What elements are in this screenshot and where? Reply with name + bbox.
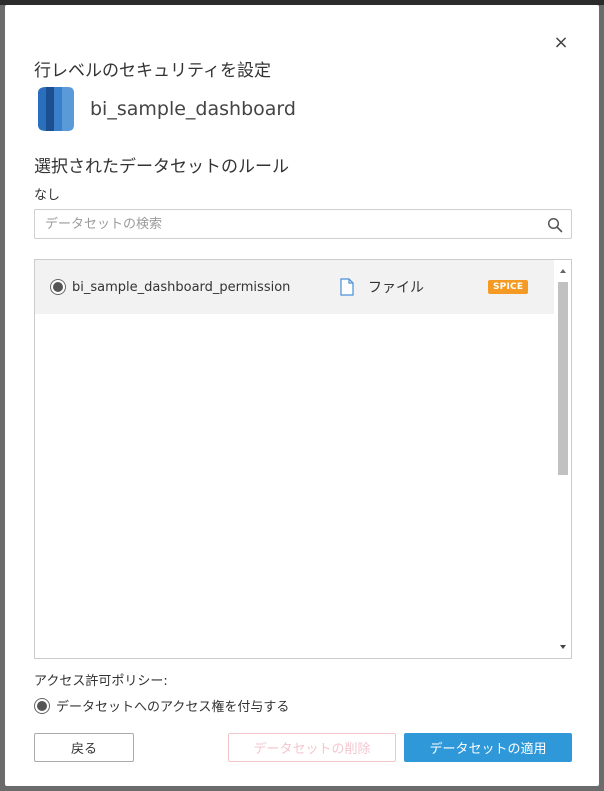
apply-dataset-button[interactable]: データセットの適用 xyxy=(404,733,572,762)
radio-dot xyxy=(37,700,47,711)
scroll-up-arrow-icon[interactable] xyxy=(555,264,571,278)
access-policy-label: アクセス許可ポリシー: xyxy=(34,674,168,689)
dataset-header: bi_sample_dashboard xyxy=(34,85,296,133)
dataset-source-type: ファイル xyxy=(368,280,424,296)
file-icon xyxy=(340,278,354,296)
spice-badge: SPICE xyxy=(488,280,529,294)
dataset-cylinder-icon xyxy=(38,87,74,131)
back-button[interactable]: 戻る xyxy=(34,733,134,762)
dialog-title: 行レベルのセキュリティを設定 xyxy=(34,61,271,81)
access-policy-radio[interactable] xyxy=(34,697,50,714)
dataset-row-name: bi_sample_dashboard_permission xyxy=(72,279,291,295)
dataset-list: bi_sample_dashboard_permission ファイル SPIC… xyxy=(34,259,572,659)
rules-value: なし xyxy=(34,188,61,203)
dataset-radio-selected[interactable] xyxy=(50,279,66,295)
dataset-row[interactable]: bi_sample_dashboard_permission ファイル SPIC… xyxy=(35,260,554,314)
scrollbar-thumb[interactable] xyxy=(558,282,568,475)
dataset-search-box xyxy=(34,209,572,239)
list-scrollbar[interactable] xyxy=(555,260,571,658)
rules-section-title: 選択されたデータセットのルール xyxy=(34,157,289,177)
access-policy-option-label: データセットへのアクセス権を付与する xyxy=(56,700,290,715)
radio-dot xyxy=(53,282,63,292)
dataset-name: bi_sample_dashboard xyxy=(90,98,296,120)
dataset-search-input[interactable] xyxy=(35,210,535,238)
close-icon[interactable]: × xyxy=(553,34,569,52)
search-icon[interactable] xyxy=(547,217,563,233)
delete-dataset-button[interactable]: データセットの削除 xyxy=(228,733,396,762)
scroll-down-arrow-icon[interactable] xyxy=(555,640,571,654)
access-policy-option[interactable]: データセットへのアクセス権を付与する xyxy=(34,696,289,715)
row-level-security-dialog: × 行レベルのセキュリティを設定 bi_sample_dashboard 選択さ… xyxy=(5,5,599,786)
